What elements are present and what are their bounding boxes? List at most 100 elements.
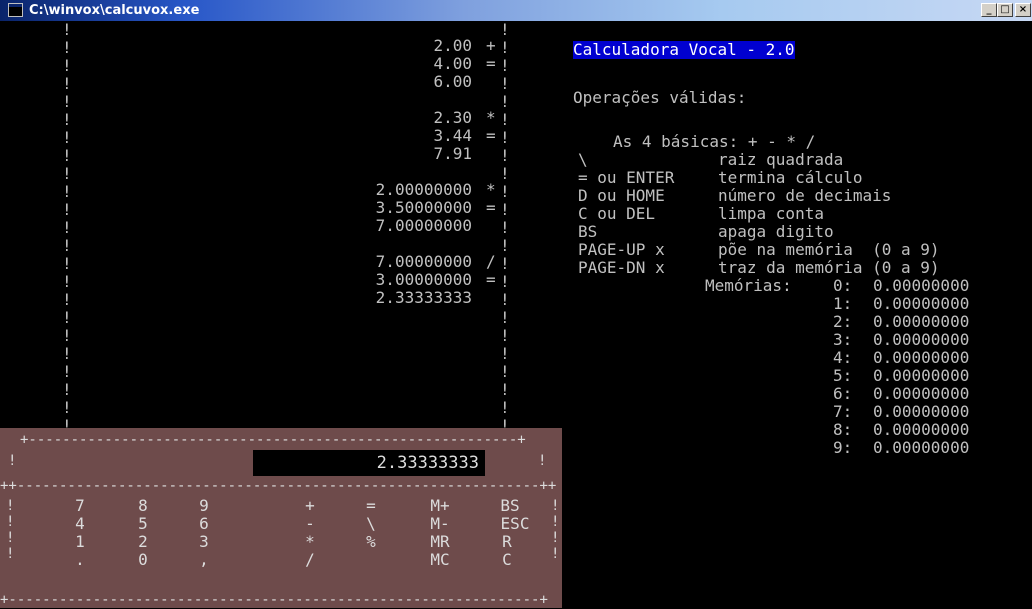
tape-value: 2.30 bbox=[433, 108, 472, 127]
key-equals[interactable]: = bbox=[356, 497, 386, 515]
command-key: BS bbox=[578, 222, 598, 241]
window-title: C:\winvox\calcuvox.exe bbox=[29, 3, 200, 18]
keypad-frame-left: ! bbox=[8, 453, 17, 469]
basic-operations: As 4 básicas: + - * / bbox=[613, 132, 816, 151]
memory-index: 3: bbox=[833, 330, 853, 349]
key-backspace[interactable]: BS bbox=[495, 497, 525, 515]
key-comma[interactable]: , bbox=[189, 551, 219, 569]
minimize-button[interactable]: _ bbox=[981, 3, 997, 17]
key-clear[interactable]: C bbox=[492, 551, 522, 569]
tape-value: 3.00000000 bbox=[375, 270, 472, 289]
command-description: número de decimais bbox=[718, 186, 892, 205]
key-plus[interactable]: + bbox=[295, 497, 325, 515]
tape-operator: = bbox=[486, 54, 496, 73]
command-description: apaga digito bbox=[718, 222, 834, 241]
tape-value: 4.00 bbox=[433, 54, 472, 73]
keypad-frame-top: +---------------------------------------… bbox=[20, 432, 526, 448]
key-4[interactable]: 4 bbox=[65, 515, 95, 533]
key-5[interactable]: 5 bbox=[128, 515, 158, 533]
memory-value: 0.00000000 bbox=[873, 438, 970, 457]
memory-value: 0.00000000 bbox=[873, 312, 970, 331]
keypad-frame-divider: ++--------------------------------------… bbox=[0, 478, 557, 494]
key-1[interactable]: 1 bbox=[65, 533, 95, 551]
key-3[interactable]: 3 bbox=[189, 533, 219, 551]
maximize-button[interactable]: □ bbox=[997, 3, 1013, 17]
command-description: termina cálculo bbox=[718, 168, 863, 187]
key-memory-add[interactable]: M+ bbox=[425, 497, 455, 515]
key-memory-recall[interactable]: MR bbox=[425, 533, 455, 551]
memory-index: 9: bbox=[833, 438, 853, 457]
tape-operator: = bbox=[486, 126, 496, 145]
tape-value: 3.50000000 bbox=[375, 198, 472, 217]
memory-value: 0.00000000 bbox=[873, 276, 970, 295]
close-button[interactable]: × bbox=[1015, 3, 1031, 17]
memory-index: 2: bbox=[833, 312, 853, 331]
tape-operator: = bbox=[486, 270, 496, 289]
tape-operator: / bbox=[486, 252, 496, 271]
command-key: C ou DEL bbox=[578, 204, 656, 223]
key-percent[interactable]: % bbox=[356, 533, 386, 551]
memory-index: 5: bbox=[833, 366, 853, 385]
command-key: PAGE-DN x bbox=[578, 258, 665, 277]
tape-value: 7.91 bbox=[433, 144, 472, 163]
memory-index: 8: bbox=[833, 420, 853, 439]
command-description: raiz quadrada bbox=[718, 150, 844, 169]
memory-value: 0.00000000 bbox=[873, 294, 970, 313]
tape-operator: + bbox=[486, 36, 496, 55]
tape-value: 2.00 bbox=[433, 36, 472, 55]
key-6[interactable]: 6 bbox=[189, 515, 219, 533]
console-app-icon[interactable] bbox=[8, 3, 23, 17]
memory-index: 0: bbox=[833, 276, 853, 295]
tape-value: 6.00 bbox=[433, 72, 472, 91]
calculator-display: 2.33333333 bbox=[253, 450, 485, 476]
memory-index: 6: bbox=[833, 384, 853, 403]
key-memory-subtract[interactable]: M- bbox=[425, 515, 455, 533]
command-key: = ou ENTER bbox=[578, 168, 675, 187]
key-decimal-point[interactable]: . bbox=[65, 551, 95, 569]
valid-operations-label: Operações válidas: bbox=[573, 88, 747, 107]
key-7[interactable]: 7 bbox=[65, 497, 95, 515]
title-bar: C:\winvox\calcuvox.exe _ □ × bbox=[0, 0, 1032, 21]
memory-index: 1: bbox=[833, 294, 853, 313]
tape-value: 7.00000000 bbox=[375, 252, 472, 271]
key-square-root[interactable]: \ bbox=[356, 515, 386, 533]
key-8[interactable]: 8 bbox=[128, 497, 158, 515]
tape-operator: * bbox=[486, 180, 496, 199]
memory-value: 0.00000000 bbox=[873, 348, 970, 367]
memory-value: 0.00000000 bbox=[873, 402, 970, 421]
key-multiply[interactable]: * bbox=[295, 533, 325, 551]
key-minus[interactable]: - bbox=[295, 515, 325, 533]
memory-value: 0.00000000 bbox=[873, 420, 970, 439]
keypad-frame-bottom: +---------------------------------------… bbox=[0, 592, 548, 608]
tape-operator: = bbox=[486, 198, 496, 217]
tape-right-border: ! ! ! ! ! ! ! ! ! ! ! ! ! ! ! ! ! ! ! ! … bbox=[500, 20, 510, 453]
key-2[interactable]: 2 bbox=[128, 533, 158, 551]
memory-value: 0.00000000 bbox=[873, 330, 970, 349]
keypad-frame-right-2: ! ! ! ! bbox=[551, 498, 560, 562]
app-heading: Calculadora Vocal - 2.0 bbox=[573, 40, 795, 59]
memories-label: Memórias: bbox=[705, 276, 792, 295]
memory-value: 0.00000000 bbox=[873, 384, 970, 403]
tape-value: 2.00000000 bbox=[375, 180, 472, 199]
key-9[interactable]: 9 bbox=[189, 497, 219, 515]
command-description: traz da memória (0 a 9) bbox=[718, 258, 940, 277]
key-divide[interactable]: / bbox=[295, 551, 325, 569]
keypad-frame-right: ! bbox=[538, 453, 547, 469]
tape-left-border: ! ! ! ! ! ! ! ! ! ! ! ! ! ! ! ! ! ! ! ! … bbox=[62, 20, 72, 453]
memory-value: 0.00000000 bbox=[873, 366, 970, 385]
tape-value: 7.00000000 bbox=[375, 216, 472, 235]
command-key: \ bbox=[578, 150, 588, 169]
tape-value: 2.33333333 bbox=[375, 288, 472, 307]
memory-index: 4: bbox=[833, 348, 853, 367]
command-description: limpa conta bbox=[718, 204, 824, 223]
tape-operator: * bbox=[486, 108, 496, 127]
key-0[interactable]: 0 bbox=[128, 551, 158, 569]
command-key: PAGE-UP x bbox=[578, 240, 665, 259]
command-description: põe na memória (0 a 9) bbox=[718, 240, 940, 259]
memory-index: 7: bbox=[833, 402, 853, 421]
key-r[interactable]: R bbox=[492, 533, 522, 551]
tape-value: 3.44 bbox=[433, 126, 472, 145]
key-escape[interactable]: ESC bbox=[500, 515, 530, 533]
key-memory-clear[interactable]: MC bbox=[425, 551, 455, 569]
keypad-frame-left-2: ! ! ! ! bbox=[6, 498, 15, 562]
